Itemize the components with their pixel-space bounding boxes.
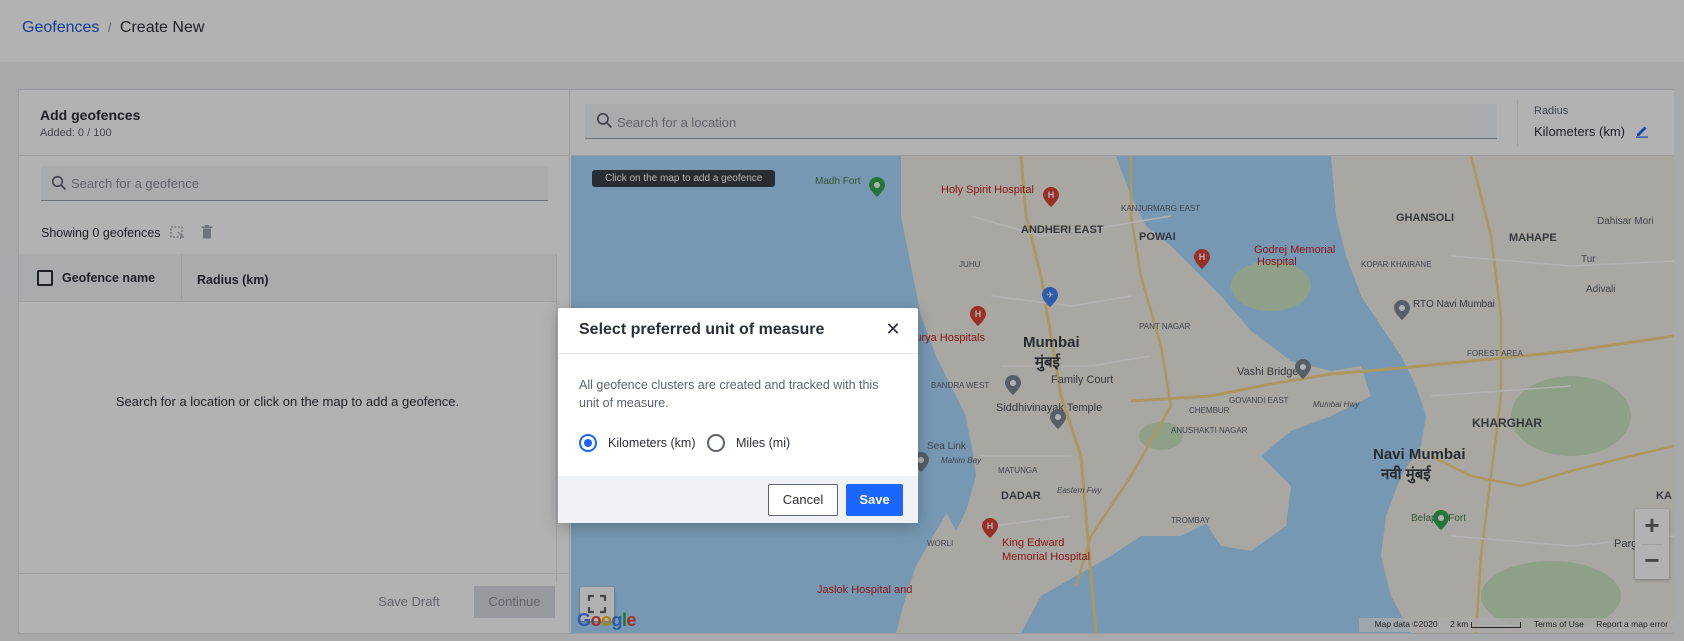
miles-radio-label[interactable]: Miles (mi) [736,436,790,450]
miles-radio[interactable] [707,434,725,452]
dialog-description: All geofence clusters are created and tr… [579,378,879,410]
save-button[interactable]: Save [846,484,903,516]
dialog-footer: Cancel Save [558,476,918,523]
cancel-button[interactable]: Cancel [768,484,838,516]
kilometers-radio[interactable] [579,434,597,452]
dialog-title: Select preferred unit of measure [579,321,825,338]
unit-of-measure-dialog: Select preferred unit of measure ✕ All g… [558,308,918,523]
kilometers-radio-label[interactable]: Kilometers (km) [608,436,696,450]
dialog-divider [558,353,918,354]
close-icon[interactable]: ✕ [884,320,902,338]
